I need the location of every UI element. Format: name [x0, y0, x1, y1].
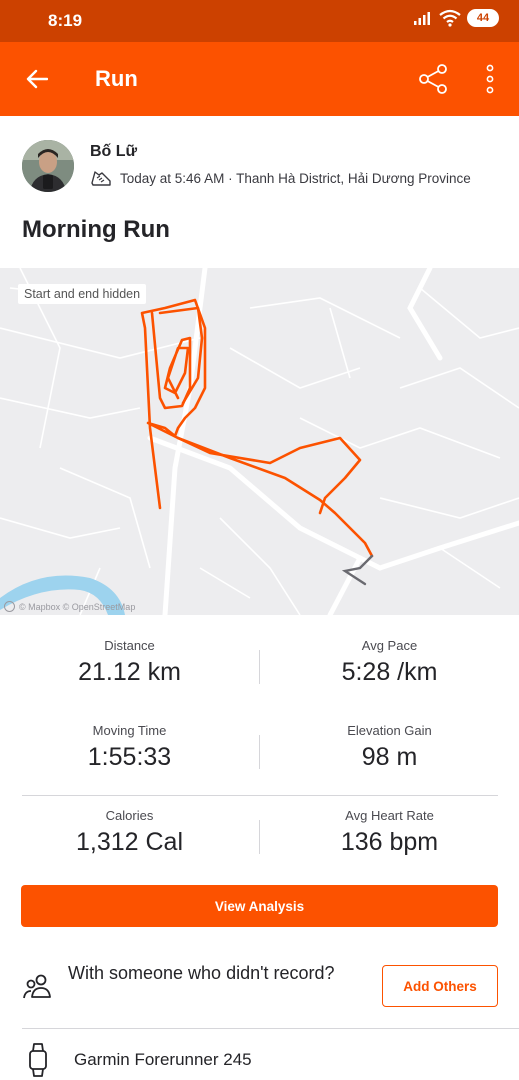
route-map[interactable]: Start and end hidden © Mapbox © OpenStre… — [0, 268, 519, 615]
stat-elevation-gain: Elevation Gain 98 m — [260, 723, 519, 772]
add-others-button[interactable]: Add Others — [382, 965, 498, 1007]
activity-title: Morning Run — [22, 216, 170, 243]
section-divider — [22, 1028, 519, 1029]
stat-label: Moving Time — [92, 723, 167, 738]
stat-value: 21.12 km — [78, 658, 181, 686]
toolbar-title: Run — [95, 66, 138, 91]
map-attribution-text: © Mapbox © OpenStreetMap — [19, 601, 136, 612]
arrow-left-icon — [26, 69, 48, 89]
avatar-photo — [22, 140, 74, 192]
stat-label: Elevation Gain — [347, 723, 432, 738]
stat-label: Calories — [105, 808, 154, 823]
map-attribution[interactable]: © Mapbox © OpenStreetMap — [4, 601, 135, 612]
back-button[interactable] — [20, 62, 54, 96]
stat-value: 136 bpm — [340, 828, 439, 856]
stat-avg-pace: Avg Pace 5:28 /km — [260, 638, 519, 687]
toolbar: Run — [0, 42, 519, 116]
athlete-name[interactable]: Bố Lữ — [90, 143, 137, 161]
stat-avg-heart-rate: Avg Heart Rate 136 bpm — [260, 808, 519, 857]
status-time: 8:19 — [48, 11, 83, 30]
stat-label: Distance — [104, 638, 155, 653]
stat-distance: Distance 21.12 km — [0, 638, 259, 687]
stat-value: 5:28 /km — [341, 658, 438, 686]
view-analysis-button[interactable]: View Analysis — [21, 885, 498, 927]
signal-icon — [414, 12, 430, 25]
stat-value: 1:55:33 — [87, 743, 172, 771]
stats-divider — [22, 795, 498, 796]
device-name[interactable]: Garmin Forerunner 245 — [74, 1050, 252, 1070]
watch-icon — [29, 1043, 47, 1077]
activity-meta: Today at 5:46 AM · Thanh Hà District, Hả… — [90, 169, 471, 187]
stat-label: Avg Heart Rate — [345, 808, 434, 823]
mapbox-logo-icon — [4, 601, 15, 612]
wifi-icon — [439, 9, 461, 27]
more-options-button[interactable] — [476, 60, 504, 98]
status-icons: 44 — [413, 9, 499, 27]
privacy-badge: Start and end hidden — [18, 284, 147, 304]
share-icon — [419, 64, 447, 94]
others-prompt: With someone who didn't record? — [68, 963, 335, 983]
activity-meta-text: Today at 5:46 AM · Thanh Hà District, Hả… — [120, 170, 471, 186]
status-bar: 8:19 44 — [0, 0, 519, 42]
stat-label: Avg Pace — [361, 638, 418, 653]
stat-value: 98 m — [361, 743, 418, 771]
people-icon — [23, 974, 51, 999]
battery-icon: 44 — [467, 9, 499, 27]
stat-moving-time: Moving Time 1:55:33 — [0, 723, 259, 772]
share-button[interactable] — [414, 60, 452, 98]
stat-calories: Calories 1,312 Cal — [0, 808, 259, 857]
running-shoe-icon — [91, 171, 111, 186]
more-vertical-icon — [486, 64, 494, 94]
map-background — [0, 268, 519, 615]
avatar[interactable] — [22, 140, 74, 192]
stat-value: 1,312 Cal — [75, 828, 184, 856]
